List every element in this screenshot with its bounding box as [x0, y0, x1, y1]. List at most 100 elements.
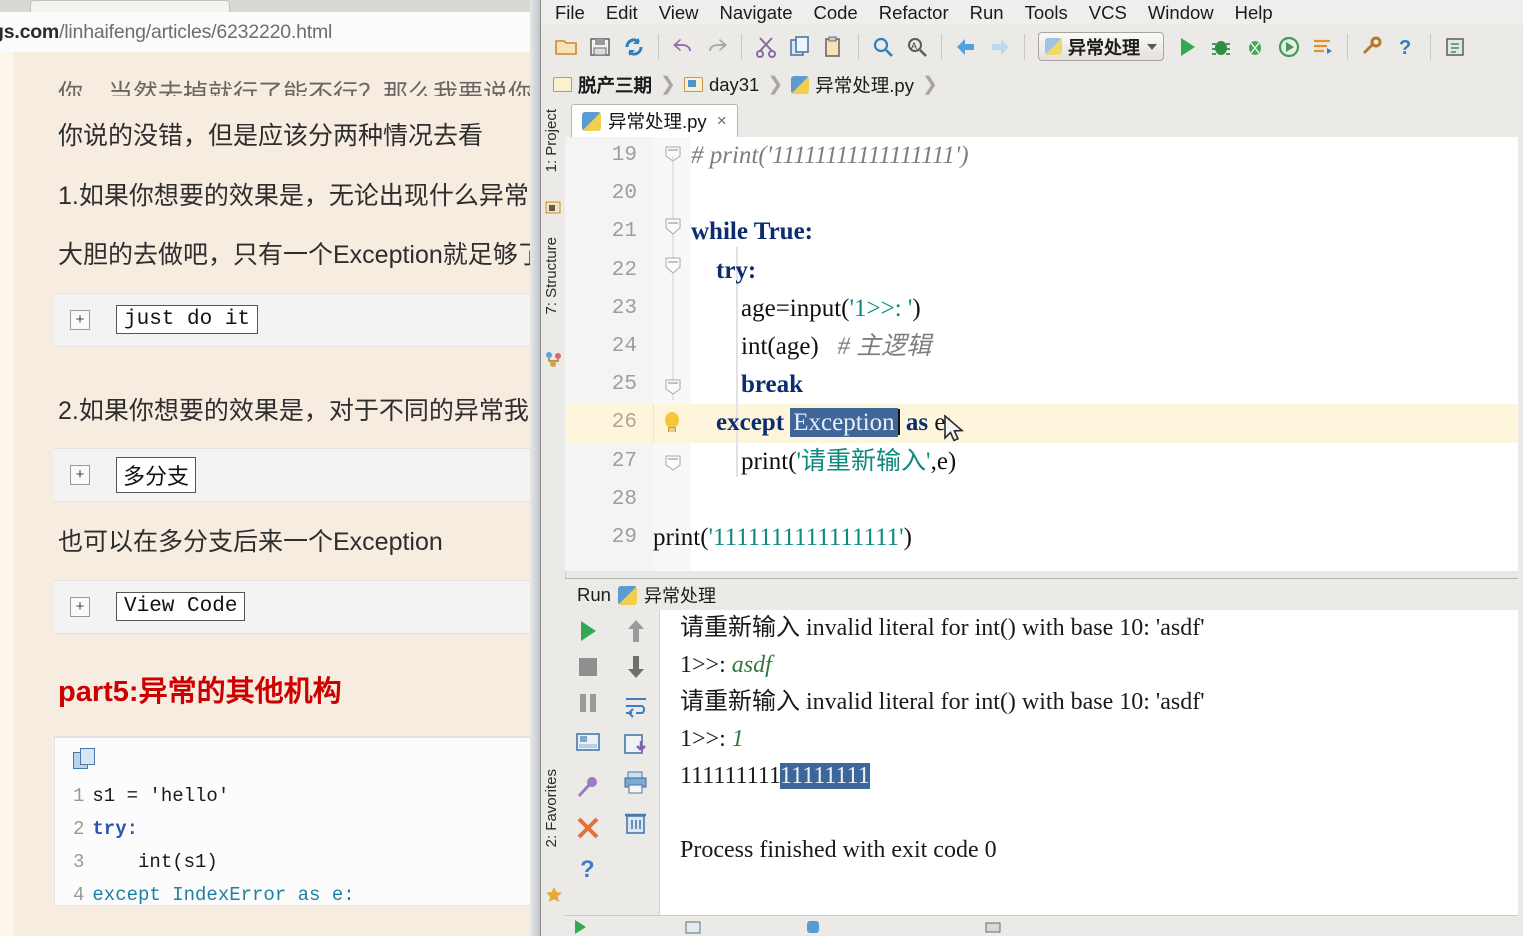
run-actions-column-right	[613, 610, 660, 915]
menu-refactor[interactable]: Refactor	[879, 2, 949, 24]
menu-run[interactable]: Run	[970, 2, 1004, 24]
sync-refresh-icon[interactable]	[619, 32, 649, 62]
run-console-output[interactable]: 请重新输入 invalid literal for int() with bas…	[660, 610, 1523, 915]
run-icon[interactable]	[1172, 32, 1202, 62]
code-toggle-block-1[interactable]: + just do it	[54, 292, 531, 347]
expand-plus-icon[interactable]: +	[70, 309, 90, 330]
event-log-icon[interactable]	[985, 919, 1001, 935]
chevron-down-icon[interactable]	[1147, 43, 1157, 50]
up-arrow-icon[interactable]	[623, 618, 651, 646]
editor-line-24[interactable]: 24 int(age) # 主逻辑	[565, 328, 1523, 366]
expand-plus-icon[interactable]: +	[70, 465, 90, 485]
sidebar-item-structure[interactable]: 7: Structure	[543, 237, 560, 315]
menu-file[interactable]: File	[555, 2, 585, 24]
debug-coverage-icon[interactable]	[1240, 32, 1270, 62]
console-icon[interactable]	[575, 730, 603, 758]
close-icon[interactable]	[575, 815, 603, 843]
expand-plus-icon[interactable]: +	[70, 596, 90, 617]
browser-tab[interactable]	[30, 0, 230, 12]
url-path: /linhaifeng/articles/6232220.html	[59, 20, 333, 43]
line-code: try:	[691, 256, 757, 284]
editor-line-29[interactable]: 29 print('1111111111111111')	[565, 519, 1523, 557]
editor-line-23[interactable]: 23 age=input('1>>: ')	[565, 290, 1523, 328]
menu-vcs[interactable]: VCS	[1089, 2, 1127, 24]
editor-line-21[interactable]: 21 while True:	[565, 213, 1523, 251]
menu-navigate[interactable]: Navigate	[719, 2, 792, 24]
run-icon[interactable]	[573, 919, 587, 935]
article-paragraph-2: 1.如果你想要的效果是，无论出现什么异常	[58, 181, 529, 210]
browser-window: gs.com/linhaifeng/articles/6232220.html …	[0, 0, 540, 936]
editor-line-27[interactable]: 27 print('请重新输入',e)	[565, 443, 1523, 481]
run-console-icon[interactable]	[1308, 32, 1338, 62]
code-toggle-label-2[interactable]: 多分支	[116, 457, 197, 493]
find-icon[interactable]	[868, 32, 898, 62]
project-icon[interactable]	[545, 199, 561, 215]
back-icon[interactable]	[951, 32, 981, 62]
pin-tab-icon[interactable]	[575, 775, 603, 803]
breadcrumb-item-project[interactable]: 脱产三期	[553, 72, 652, 98]
rerun-icon[interactable]	[575, 618, 603, 646]
help-icon[interactable]: ?	[575, 855, 603, 883]
pause-icon[interactable]	[575, 690, 603, 718]
python-console-icon[interactable]	[805, 919, 821, 935]
debug-icon[interactable]	[1206, 32, 1236, 62]
browser-address-bar[interactable]: gs.com/linhaifeng/articles/6232220.html	[0, 12, 540, 53]
save-all-icon[interactable]	[585, 32, 615, 62]
open-folder-icon[interactable]	[551, 32, 581, 62]
run-tool-window-header[interactable]: Run 异常处理	[565, 578, 1523, 612]
forward-icon[interactable]	[985, 32, 1015, 62]
menu-help[interactable]: Help	[1235, 2, 1273, 24]
terminal-icon[interactable]	[685, 919, 701, 935]
copy-icon[interactable]	[73, 747, 99, 772]
print-icon[interactable]	[623, 770, 651, 798]
editor-selection[interactable]: Exception	[790, 408, 898, 438]
sidebar-item-favorites[interactable]: 2: Favorites	[543, 769, 560, 847]
editor-line-28[interactable]: 28	[565, 481, 1523, 519]
undo-icon[interactable]	[668, 32, 698, 62]
stop-icon[interactable]	[575, 654, 603, 682]
menu-view[interactable]: View	[659, 2, 699, 24]
editor-line-20[interactable]: 20	[565, 175, 1523, 213]
cut-icon[interactable]	[751, 32, 781, 62]
svg-text:A: A	[911, 41, 917, 51]
star-icon[interactable]	[545, 886, 562, 902]
editor-line-22[interactable]: 22 try:	[565, 252, 1523, 290]
paste-icon[interactable]	[819, 32, 849, 62]
code-editor[interactable]: 19 # print('11111111111111111') 20 21 wh…	[565, 137, 1523, 571]
editor-tab-active[interactable]: 异常处理.py ×	[571, 104, 738, 137]
editor-line-19[interactable]: 19 # print('11111111111111111')	[565, 137, 1523, 175]
editor-line-25[interactable]: 25 break	[565, 366, 1523, 404]
editor-line-26[interactable]: 26 except Exception as e:	[565, 404, 1523, 442]
breadcrumb-item-file[interactable]: 异常处理.py	[791, 72, 914, 98]
close-icon[interactable]: ×	[717, 111, 727, 131]
menu-window[interactable]: Window	[1148, 2, 1214, 24]
copy-icon[interactable]	[785, 32, 815, 62]
breadcrumb-item-folder[interactable]: day31	[683, 74, 759, 96]
menu-edit[interactable]: Edit	[606, 2, 638, 24]
line-number: 20	[611, 182, 637, 206]
sidebar-item-project[interactable]: 1: Project	[543, 109, 560, 172]
structure-icon[interactable]	[545, 351, 561, 367]
replace-icon[interactable]: A	[902, 32, 932, 62]
menu-tools[interactable]: Tools	[1025, 2, 1068, 24]
settings-wrench-icon[interactable]	[1357, 32, 1387, 62]
help-icon[interactable]: ?	[1391, 32, 1421, 62]
down-arrow-icon[interactable]	[623, 654, 651, 682]
console-selection[interactable]: 11111111	[779, 763, 870, 789]
code-toggle-label-1[interactable]: just do it	[116, 305, 259, 334]
browser-url: gs.com/linhaifeng/articles/6232220.html	[0, 21, 332, 44]
run-with-profiler-icon[interactable]	[1274, 32, 1304, 62]
run-configuration-selector[interactable]: 异常处理	[1038, 32, 1164, 61]
code-toggle-block-2[interactable]: + 多分支	[54, 448, 531, 502]
code-toggle-label-3[interactable]: View Code	[116, 592, 246, 621]
breadcrumb: 脱产三期 ❯ day31 ❯ 异常处理.py ❯	[541, 68, 1523, 101]
trash-icon[interactable]	[623, 810, 651, 838]
redo-icon[interactable]	[702, 32, 732, 62]
console-prompt: 1>>:	[680, 726, 732, 752]
export-icon[interactable]	[623, 732, 651, 760]
soft-wrap-icon[interactable]	[623, 693, 651, 721]
menu-code[interactable]: Code	[813, 2, 857, 24]
snippet-line-1: 1 s1 = 'hello'	[73, 780, 531, 813]
save-commit-icon[interactable]	[1440, 32, 1470, 62]
code-toggle-block-3[interactable]: + View Code	[54, 579, 531, 634]
